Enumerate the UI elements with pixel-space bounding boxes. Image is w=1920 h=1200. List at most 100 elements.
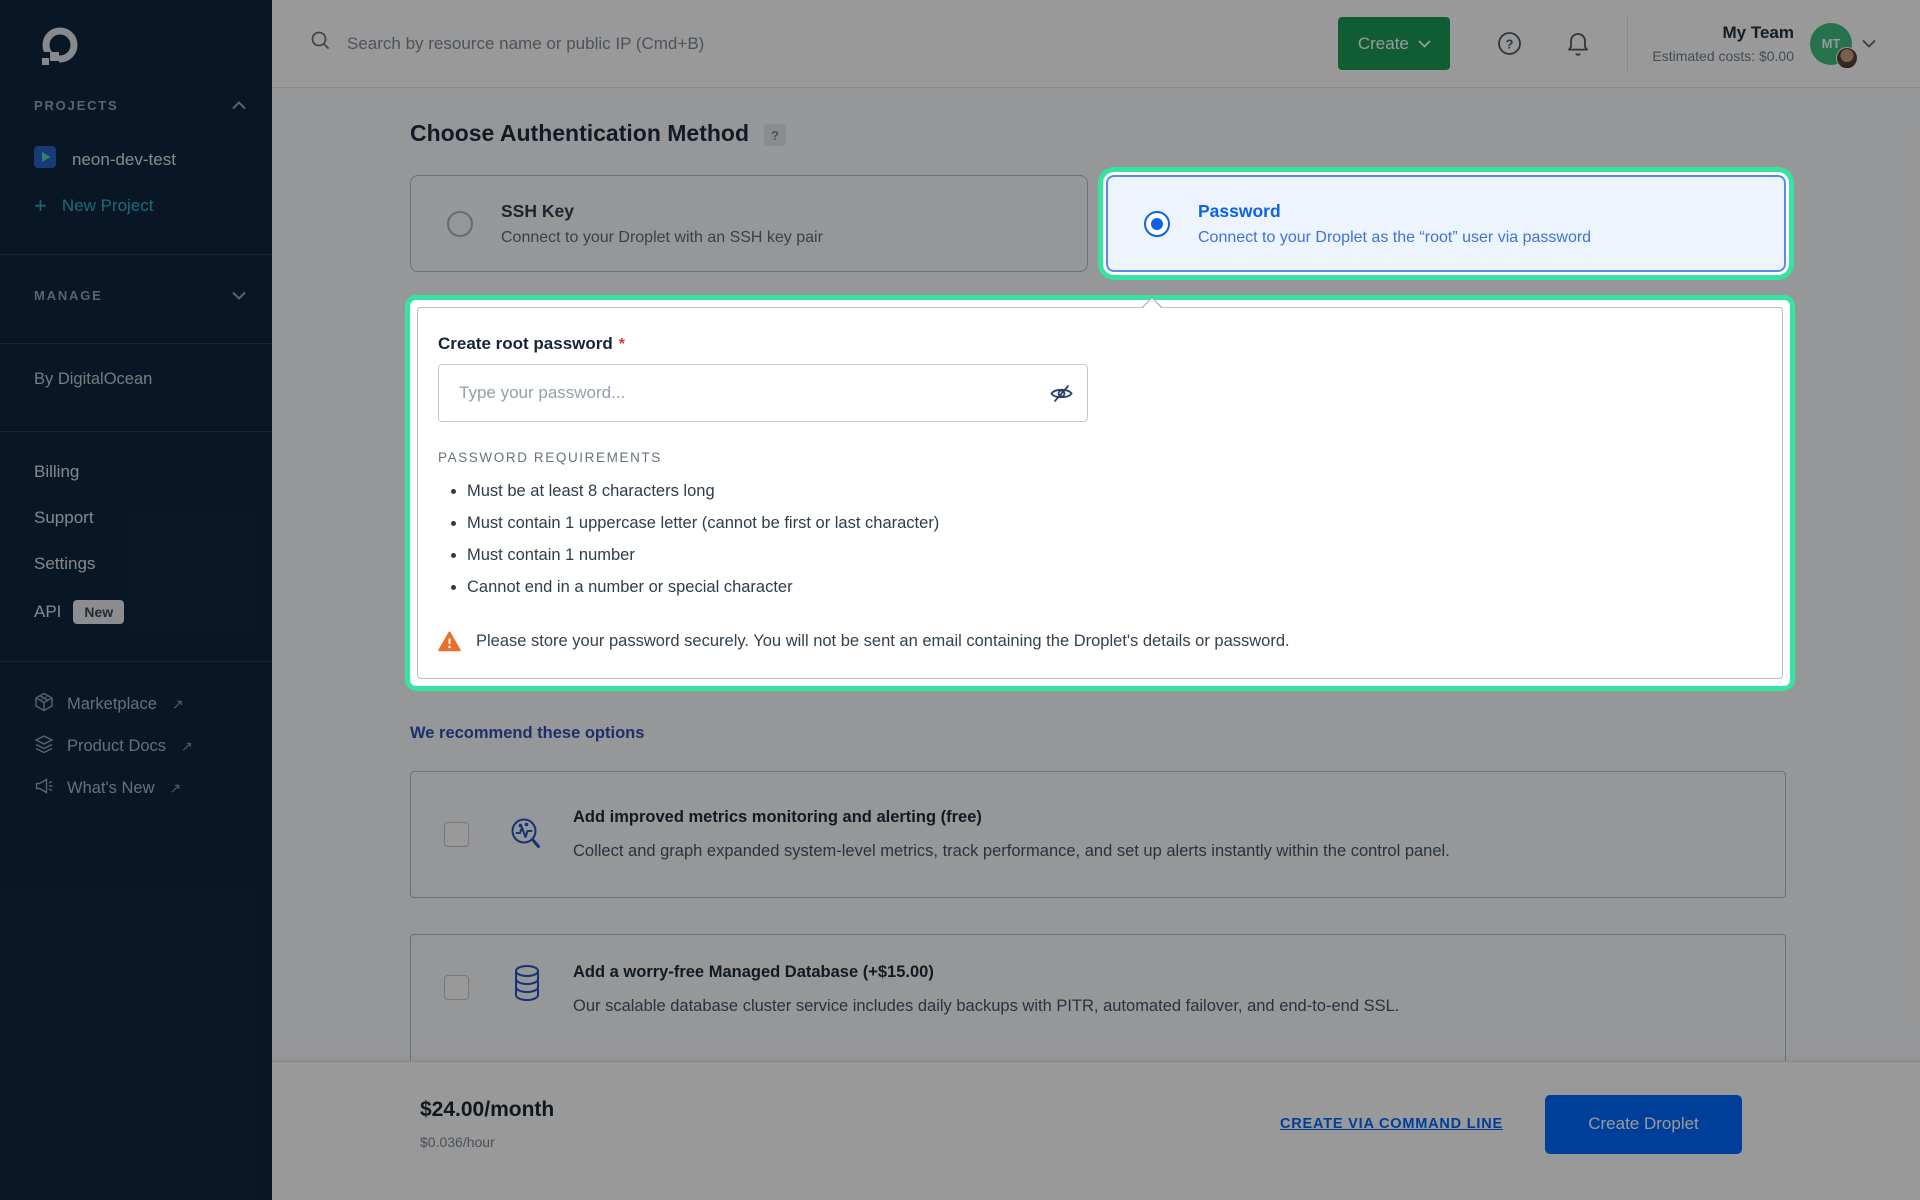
metrics-option-title: Add improved metrics monitoring and aler… [573,808,1450,827]
database-option-text: Add a worry-free Managed Database (+$15.… [573,963,1399,1016]
by-digitalocean-label: By DigitalOcean [34,370,152,389]
svg-text:?: ? [1506,36,1514,51]
billing-label: Billing [34,462,79,482]
ssh-key-title: SSH Key [501,201,823,222]
ssh-key-description: Connect to your Droplet with an SSH key … [501,229,823,247]
notifications-bell-icon[interactable] [1565,30,1591,58]
sidebar-item-billing[interactable]: Billing [34,462,246,482]
monthly-price: $24.00/month [420,1098,554,1122]
external-link-icon: ↗ [170,780,182,797]
external-link-icon: ↗ [181,738,193,755]
plus-icon: + [34,197,47,215]
sidebar-item-new-project[interactable]: + New Project [34,196,246,216]
requirement-item: Must contain 1 number [467,546,1782,565]
required-marker: * [619,336,625,354]
hourly-price: $0.036/hour [420,1134,554,1150]
password-title: Password [1198,201,1591,222]
sidebar-divider [0,431,272,432]
toggle-password-visibility-button[interactable] [1048,380,1075,407]
search-icon [310,30,332,57]
warning-triangle-icon [438,631,461,652]
layers-icon [34,734,54,759]
create-droplet-button[interactable]: Create Droplet [1545,1095,1742,1154]
megaphone-icon [34,776,54,801]
sidebar-item-whats-new[interactable]: What's New ↗ [34,776,246,801]
requirement-item: Must contain 1 uppercase letter (cannot … [467,514,1782,533]
sidebar-section-projects[interactable]: PROJECTS [34,98,246,113]
sidebar-item-support[interactable]: Support [34,508,246,528]
new-project-label: New Project [62,196,154,216]
password-warning-text: Please store your password securely. You… [476,632,1290,651]
password-input[interactable] [438,364,1088,422]
page-title-text: Choose Authentication Method [410,120,749,147]
radio-unselected-icon[interactable] [447,211,473,237]
projects-header-label: PROJECTS [34,98,118,113]
sidebar-item-marketplace[interactable]: Marketplace ↗ [34,692,246,717]
help-icon[interactable]: ? [1496,30,1523,57]
create-root-password-label: Create root password [438,334,613,354]
password-description: Connect to your Droplet as the “root” us… [1198,229,1591,247]
chevron-down-icon [1418,40,1431,48]
option-metrics-monitoring[interactable]: Add improved metrics monitoring and aler… [410,771,1786,898]
project-icon [34,146,56,173]
sidebar-item-project-neon-dev-test[interactable]: neon-dev-test [34,146,246,173]
password-warning: Please store your password securely. You… [438,631,1782,652]
create-button[interactable]: Create [1338,17,1450,70]
digitalocean-logo-icon[interactable] [38,24,82,73]
chevron-up-icon [232,98,246,113]
product-docs-label: Product Docs [67,737,166,756]
sidebar: PROJECTS neon-dev-test + New Project MAN… [0,0,272,1200]
metrics-checkbox[interactable] [444,822,469,847]
new-badge: New [73,600,124,624]
title-help-icon[interactable]: ? [764,124,786,146]
option-managed-database[interactable]: Add a worry-free Managed Database (+$15.… [410,934,1786,1061]
database-option-description: Our scalable database cluster service in… [573,997,1399,1016]
digitalocean-control-panel: PROJECTS neon-dev-test + New Project MAN… [0,0,1920,1200]
team-name: My Team [1652,23,1794,43]
recommend-header: We recommend these options [410,724,1920,743]
manage-header-label: MANAGE [34,288,103,303]
password-requirements-header: PASSWORD REQUIREMENTS [438,450,1782,465]
droplet-create-content: Choose Authentication Method ? SSH Key C… [272,88,1920,1061]
sidebar-item-api[interactable]: API New [34,600,246,624]
account-chevron-down-icon[interactable] [1862,39,1876,48]
eye-off-icon [1048,380,1075,407]
support-label: Support [34,508,94,528]
external-link-icon: ↗ [172,696,184,713]
auth-method-options: SSH Key Connect to your Droplet with an … [410,175,1786,272]
sidebar-divider [0,254,272,255]
estimated-costs: Estimated costs: $0.00 [1652,48,1794,64]
radio-selected-icon[interactable] [1144,211,1170,237]
create-button-label: Create [1358,34,1409,54]
sidebar-item-product-docs[interactable]: Product Docs ↗ [34,734,246,759]
password-label-row: Create root password * [438,334,1782,354]
database-checkbox[interactable] [444,975,469,1000]
create-via-command-line-link[interactable]: CREATE VIA COMMAND LINE [1280,1116,1503,1132]
avatar[interactable]: MT [1810,23,1852,65]
metrics-monitoring-icon [505,814,549,856]
create-root-password-panel: Create root password * PASSWORD REQUIREM… [410,300,1790,686]
auth-option-password[interactable]: Password Connect to your Droplet as the … [1106,175,1786,272]
settings-label: Settings [34,554,95,574]
auth-option-ssh-key[interactable]: SSH Key Connect to your Droplet with an … [410,175,1088,272]
create-footer: $24.00/month $0.036/hour CREATE VIA COMM… [272,1061,1920,1200]
sidebar-divider [0,661,272,662]
sidebar-section-manage[interactable]: MANAGE [34,288,246,303]
sidebar-item-settings[interactable]: Settings [34,554,246,574]
api-label: API [34,602,61,622]
database-option-title: Add a worry-free Managed Database (+$15.… [573,963,1399,982]
search-input[interactable] [345,33,965,55]
marketplace-label: Marketplace [67,695,157,714]
whats-new-label: What's New [67,779,155,798]
requirement-item: Cannot end in a number or special charac… [467,578,1782,597]
team-info: My Team Estimated costs: $0.00 [1652,23,1794,64]
requirement-item: Must be at least 8 characters long [467,482,1782,501]
panel-caret [1142,297,1162,317]
topbar-divider [1627,17,1628,71]
sidebar-item-by-digitalocean[interactable]: By DigitalOcean [34,370,246,389]
price-summary: $24.00/month $0.036/hour [420,1098,554,1150]
global-search [310,30,1338,57]
user-avatar-photo [1836,47,1858,69]
database-icon [505,963,549,1009]
metrics-option-text: Add improved metrics monitoring and aler… [573,808,1450,861]
